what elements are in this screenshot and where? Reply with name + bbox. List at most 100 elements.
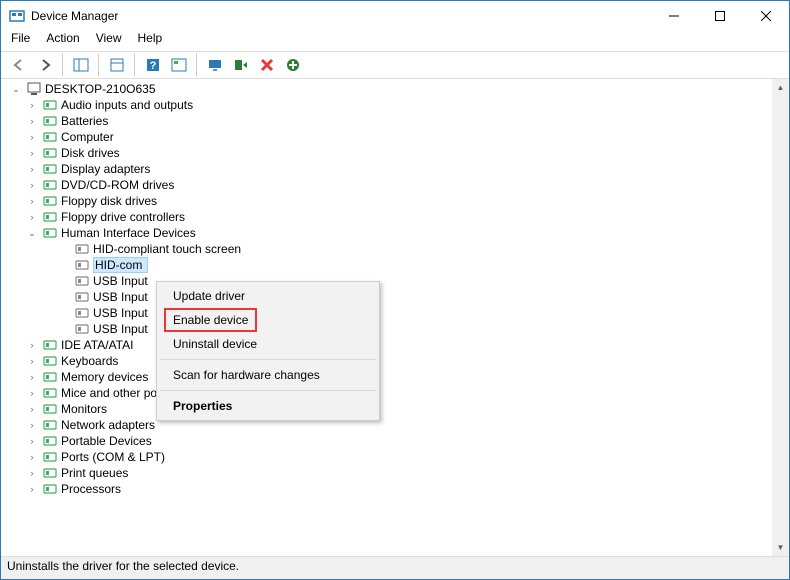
titlebar: Device Manager [1,1,789,31]
chevron-right-icon[interactable]: › [25,338,39,352]
scan-button[interactable] [167,53,191,77]
cm-update-driver[interactable]: Update driver [159,284,377,308]
tree-category-label: Display adapters [61,162,156,176]
chevron-right-icon[interactable]: › [25,370,39,384]
tree-category[interactable]: ›Ports (COM & LPT) [1,449,772,465]
chevron-down-icon[interactable]: ⌄ [9,82,23,96]
enable-device-button[interactable] [229,53,253,77]
chevron-right-icon[interactable]: › [25,98,39,112]
chevron-right-icon[interactable]: › [25,386,39,400]
tree-root[interactable]: ⌄DESKTOP-210O635 [1,81,772,97]
device-icon [42,353,58,369]
menu-view[interactable]: View [96,31,122,51]
tree-category[interactable]: ›Disk drives [1,145,772,161]
help-button[interactable]: ? [141,53,165,77]
tree-device-label: HID-compliant touch screen [93,242,247,256]
device-icon [42,401,58,417]
device-icon [74,321,90,337]
tree-category[interactable]: ›Memory devices [1,369,772,385]
tree-category-label: Human Interface Devices [61,226,202,240]
tree-category[interactable]: ⌄ Human Interface Devices [1,225,772,241]
chevron-right-icon[interactable]: › [25,130,39,144]
chevron-right-icon[interactable]: › [25,114,39,128]
menu-file[interactable]: File [11,31,30,51]
toolbar: ? [1,51,789,79]
chevron-down-icon[interactable]: ⌄ [25,226,39,240]
tree-category[interactable]: ›Floppy disk drives [1,193,772,209]
chevron-right-icon[interactable]: › [25,434,39,448]
cm-properties[interactable]: Properties [159,394,377,418]
scroll-up-icon[interactable]: ▲ [772,79,789,96]
forward-button[interactable] [33,53,57,77]
refresh-button[interactable] [281,53,305,77]
tree-category-label: IDE ATA/ATAI [61,338,139,352]
device-icon [42,177,58,193]
chevron-right-icon[interactable]: › [25,466,39,480]
tree-category-label: Audio inputs and outputs [61,98,199,112]
chevron-right-icon[interactable]: › [25,178,39,192]
close-button[interactable] [743,1,789,31]
vertical-scrollbar[interactable]: ▲ ▼ [772,79,789,556]
device-icon [42,465,58,481]
tree-category[interactable]: ›Mice and other pointing devices [1,385,772,401]
tree-device[interactable]: USB Input [1,305,772,321]
device-tree[interactable]: ⌄DESKTOP-210O635›Audio inputs and output… [1,79,772,556]
tree-category[interactable]: › Print queues [1,465,772,481]
menu-help[interactable]: Help [138,31,163,51]
tree-container: ⌄DESKTOP-210O635›Audio inputs and output… [1,79,789,557]
chevron-right-icon[interactable]: › [25,482,39,496]
tree-category[interactable]: › IDE ATA/ATAI [1,337,772,353]
tree-device[interactable]: USB Input [1,273,772,289]
properties-button[interactable] [105,53,129,77]
tree-category[interactable]: › Network adapters [1,417,772,433]
chevron-right-icon[interactable]: › [25,162,39,176]
toolbar-separator [196,53,198,77]
device-icon [74,257,90,273]
tree-device[interactable]: HID-compliant touch screen [1,241,772,257]
tree-category[interactable]: ›Batteries [1,113,772,129]
tree-category[interactable]: › Audio inputs and outputs [1,97,772,113]
chevron-right-icon[interactable]: › [25,210,39,224]
uninstall-device-button[interactable] [255,53,279,77]
chevron-right-icon[interactable]: › [25,402,39,416]
tree-category[interactable]: ›Processors [1,481,772,497]
minimize-button[interactable] [651,1,697,31]
tree-category[interactable]: › Computer [1,129,772,145]
menu-action[interactable]: Action [46,31,79,51]
tree-category[interactable]: ›DVD/CD-ROM drives [1,177,772,193]
device-icon [42,161,58,177]
cm-uninstall-device[interactable]: Uninstall device [159,332,377,356]
tree-category[interactable]: ›Monitors [1,401,772,417]
device-icon [42,385,58,401]
chevron-right-icon[interactable]: › [25,194,39,208]
chevron-right-icon[interactable]: › [25,146,39,160]
back-button[interactable] [7,53,31,77]
cm-enable-device[interactable]: Enable device [164,308,257,332]
tree-category[interactable]: ›Keyboards [1,353,772,369]
device-icon [42,449,58,465]
tree-category-label: Computer [61,130,120,144]
maximize-button[interactable] [697,1,743,31]
update-driver-button[interactable] [203,53,227,77]
tree-device[interactable]: HID-com [1,257,772,273]
tree-category[interactable]: ›Floppy drive controllers [1,209,772,225]
tree-device[interactable]: USB Input [1,321,772,337]
tree-category-label: Network adapters [61,418,161,432]
tree-category-label: Portable Devices [61,434,158,448]
show-tree-button[interactable] [69,53,93,77]
device-icon [42,145,58,161]
computer-icon [26,81,42,97]
device-icon [42,337,58,353]
chevron-right-icon[interactable]: › [25,354,39,368]
cm-separator [160,390,376,391]
tree-device[interactable]: USB Input [1,289,772,305]
cm-scan-hardware[interactable]: Scan for hardware changes [159,363,377,387]
tree-category[interactable]: › Portable Devices [1,433,772,449]
device-icon [74,241,90,257]
device-icon [42,97,58,113]
tree-category[interactable]: › Display adapters [1,161,772,177]
tree-category-label: Print queues [61,466,134,480]
chevron-right-icon[interactable]: › [25,450,39,464]
scroll-down-icon[interactable]: ▼ [772,539,789,556]
chevron-right-icon[interactable]: › [25,418,39,432]
